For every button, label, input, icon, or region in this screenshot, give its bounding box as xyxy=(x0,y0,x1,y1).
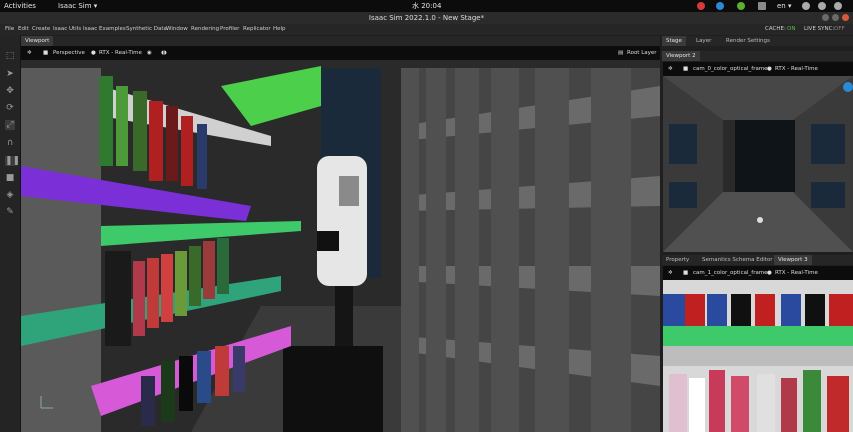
live-sync-status[interactable]: OFF xyxy=(834,26,845,32)
main-viewport[interactable]: ✲ ■ Perspective ● RTX - Real-Time ◉ ◖◗ ▤… xyxy=(21,46,660,432)
settings-icon[interactable]: ✲ xyxy=(27,49,32,57)
select-icon[interactable]: ⬚ xyxy=(5,51,15,61)
menu-isaac-utils[interactable]: Isaac Utils xyxy=(53,26,81,32)
viewport-2-scene xyxy=(663,62,853,252)
system-top-bar: Activities Isaac Sim ▾ 水 20:04 en ▾ xyxy=(0,0,853,12)
viewport-3[interactable]: ✲ ■ cam_1_color_optical_frame ● RTX - Re… xyxy=(663,266,853,432)
window-title-bar: Isaac Sim 2022.1.0 - New Stage* xyxy=(0,12,853,24)
tab-layer[interactable]: Layer xyxy=(692,36,715,46)
viewport-3-scene xyxy=(663,266,853,432)
scale-icon[interactable]: ⤢ xyxy=(5,120,15,130)
tab-viewport-3[interactable]: Viewport 3 xyxy=(774,255,812,265)
app-menu[interactable]: Isaac Sim ▾ xyxy=(58,1,97,11)
tab-viewport-2[interactable]: Viewport 2 xyxy=(662,51,700,61)
menu-bar: File Edit Create Isaac Utils Isaac Examp… xyxy=(0,24,853,35)
left-toolbar: ⬚ ➤ ✥ ⟳ ⤢ ∩ ❚❚ ■ ◈ ✎ xyxy=(0,35,21,432)
root-layer-label[interactable]: Root Layer xyxy=(627,49,657,57)
tab-render-settings[interactable]: Render Settings xyxy=(722,36,774,46)
viewport-2-settings-icon[interactable]: ✲ xyxy=(668,65,673,73)
tab-property[interactable]: Property xyxy=(662,255,693,265)
move-icon[interactable]: ✥ xyxy=(5,86,15,96)
viewport-2-renderer-selector[interactable]: RTX - Real-Time xyxy=(775,65,818,73)
menu-replicator[interactable]: Replicator xyxy=(243,26,271,32)
pointer-icon[interactable]: ➤ xyxy=(5,69,15,79)
tray-chat-icon[interactable] xyxy=(716,2,724,10)
network-icon[interactable] xyxy=(802,2,810,10)
main-viewport-toolbar: ✲ ■ Perspective ● RTX - Real-Time ◉ ◖◗ ▤… xyxy=(21,46,660,60)
menu-help[interactable]: Help xyxy=(273,26,286,32)
volume-icon[interactable] xyxy=(818,2,826,10)
snap-icon[interactable]: ∩ xyxy=(5,138,15,148)
rotate-icon[interactable]: ⟳ xyxy=(5,103,15,113)
viewport-2-toolbar: ✲ ■ cam_0_color_optical_frame ● RTX - Re… xyxy=(663,62,853,76)
pause-icon[interactable]: ❚❚ xyxy=(5,156,20,166)
viewport-2-camera-selector[interactable]: cam_0_color_optical_frame xyxy=(693,65,768,73)
viewport-2-light-icon: ● xyxy=(767,66,772,72)
viewport-3-toolbar: ✲ ■ cam_1_color_optical_frame ● RTX - Re… xyxy=(663,266,853,280)
light-bulb-icon: ● xyxy=(91,50,96,56)
right-bottom-tabs: Property Semantics Schema Editor Viewpor… xyxy=(662,255,853,265)
menu-isaac-examples[interactable]: Isaac Examples xyxy=(83,26,126,32)
menu-edit[interactable]: Edit xyxy=(18,26,29,32)
clock[interactable]: 水 20:04 xyxy=(412,1,441,11)
viewport-3-camera-icon: ■ xyxy=(683,270,689,276)
layer-icon: ▤ xyxy=(618,50,624,56)
tray-record-icon[interactable] xyxy=(697,2,705,10)
tab-stage[interactable]: Stage xyxy=(662,36,686,46)
panel-info-icon[interactable] xyxy=(843,82,853,92)
maximize-icon[interactable] xyxy=(832,14,839,21)
tab-semantics-schema-editor[interactable]: Semantics Schema Editor xyxy=(698,255,777,265)
camera-selector[interactable]: Perspective xyxy=(53,49,85,57)
menu-file[interactable]: File xyxy=(5,26,14,32)
camera-icon: ■ xyxy=(43,50,49,56)
menu-synthetic-data[interactable]: Synthetic Data xyxy=(126,26,167,32)
activities-button[interactable]: Activities xyxy=(4,1,36,11)
renderer-selector[interactable]: RTX - Real-Time xyxy=(99,49,142,57)
main-viewport-tabs: Viewport xyxy=(21,36,660,46)
close-icon[interactable] xyxy=(842,14,849,21)
tray-app-icon[interactable] xyxy=(737,2,745,10)
menu-create[interactable]: Create xyxy=(32,26,50,32)
viewport-3-light-icon: ● xyxy=(767,270,772,276)
menu-rendering[interactable]: Rendering xyxy=(191,26,219,32)
cache-status[interactable]: ON xyxy=(787,26,795,32)
minimize-icon[interactable] xyxy=(822,14,829,21)
paint-icon[interactable]: ✎ xyxy=(5,207,15,217)
viewport-3-camera-selector[interactable]: cam_1_color_optical_frame xyxy=(693,269,768,277)
menu-window[interactable]: Window xyxy=(166,26,188,32)
viewport-3-settings-icon[interactable]: ✲ xyxy=(668,269,673,277)
eye-icon[interactable]: ◉ xyxy=(147,49,152,57)
tray-window-icon[interactable] xyxy=(758,2,766,10)
viewport-2-camera-icon: ■ xyxy=(683,66,689,72)
tab-viewport[interactable]: Viewport xyxy=(21,36,54,46)
viewport-scene xyxy=(21,46,660,432)
viewport-3-renderer-selector[interactable]: RTX - Real-Time xyxy=(775,269,818,277)
viewport-2[interactable]: ✲ ■ cam_0_color_optical_frame ● RTX - Re… xyxy=(663,62,853,252)
language-selector[interactable]: en ▾ xyxy=(777,1,791,11)
live-sync-label: LIVE SYNC: xyxy=(804,26,835,32)
audio-icon[interactable]: ◖◗ xyxy=(161,49,167,57)
viewport2-tabs: Viewport 2 xyxy=(662,51,853,61)
menu-profiler[interactable]: Profiler xyxy=(220,26,239,32)
power-icon[interactable] xyxy=(834,2,842,10)
physics-icon[interactable]: ◈ xyxy=(5,190,15,200)
stop-icon[interactable]: ■ xyxy=(5,173,15,183)
window-title: Isaac Sim 2022.1.0 - New Stage* xyxy=(368,14,485,22)
right-top-tabs: Stage Layer Render Settings xyxy=(662,36,853,46)
cache-label: CACHE: xyxy=(765,26,786,32)
